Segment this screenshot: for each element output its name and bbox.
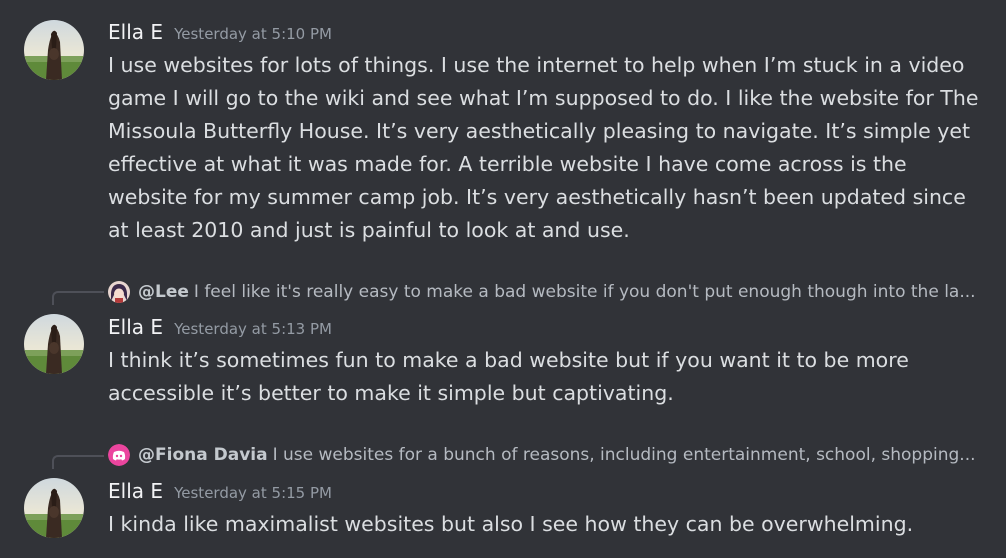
timestamp[interactable]: Yesterday at 5:13 PM xyxy=(174,320,332,338)
reply-text[interactable]: I use websites for a bunch of reasons, i… xyxy=(273,445,998,465)
author-avatar[interactable] xyxy=(24,20,84,80)
reply-mention[interactable]: @Lee xyxy=(138,282,189,302)
message-content: I think it’s sometimes fun to make a bad… xyxy=(108,348,909,405)
author-avatar[interactable] xyxy=(24,478,84,538)
discord-logo-icon[interactable] xyxy=(108,444,130,466)
reply-mention[interactable]: @Fiona Davia xyxy=(138,445,268,465)
horse-avatar-icon xyxy=(24,20,84,80)
reply-spine xyxy=(52,455,104,469)
username[interactable]: Ella E xyxy=(108,479,163,503)
username[interactable]: Ella E xyxy=(108,315,163,339)
reply-text[interactable]: I feel like it's really easy to make a b… xyxy=(194,282,998,302)
timestamp[interactable]: Yesterday at 5:15 PM xyxy=(174,484,332,502)
message-header: Ella E Yesterday at 5:10 PM xyxy=(108,20,332,44)
anime-avatar-icon[interactable] xyxy=(108,281,130,303)
message-header: Ella E Yesterday at 5:15 PM xyxy=(108,479,332,503)
username[interactable]: Ella E xyxy=(108,20,163,44)
message-content: I kinda like maximalist websites but als… xyxy=(108,512,914,536)
reply-preview[interactable]: @Fiona Davia I use websites for a bunch … xyxy=(108,443,998,467)
horse-avatar-icon xyxy=(24,314,84,374)
timestamp[interactable]: Yesterday at 5:10 PM xyxy=(174,25,332,43)
message-content: I use websites for lots of things. I use… xyxy=(108,53,979,242)
author-avatar[interactable] xyxy=(24,314,84,374)
reply-spine xyxy=(52,291,104,305)
reply-preview[interactable]: @Lee I feel like it's really easy to mak… xyxy=(108,280,998,304)
message-header: Ella E Yesterday at 5:13 PM xyxy=(108,315,332,339)
horse-avatar-icon xyxy=(24,478,84,538)
